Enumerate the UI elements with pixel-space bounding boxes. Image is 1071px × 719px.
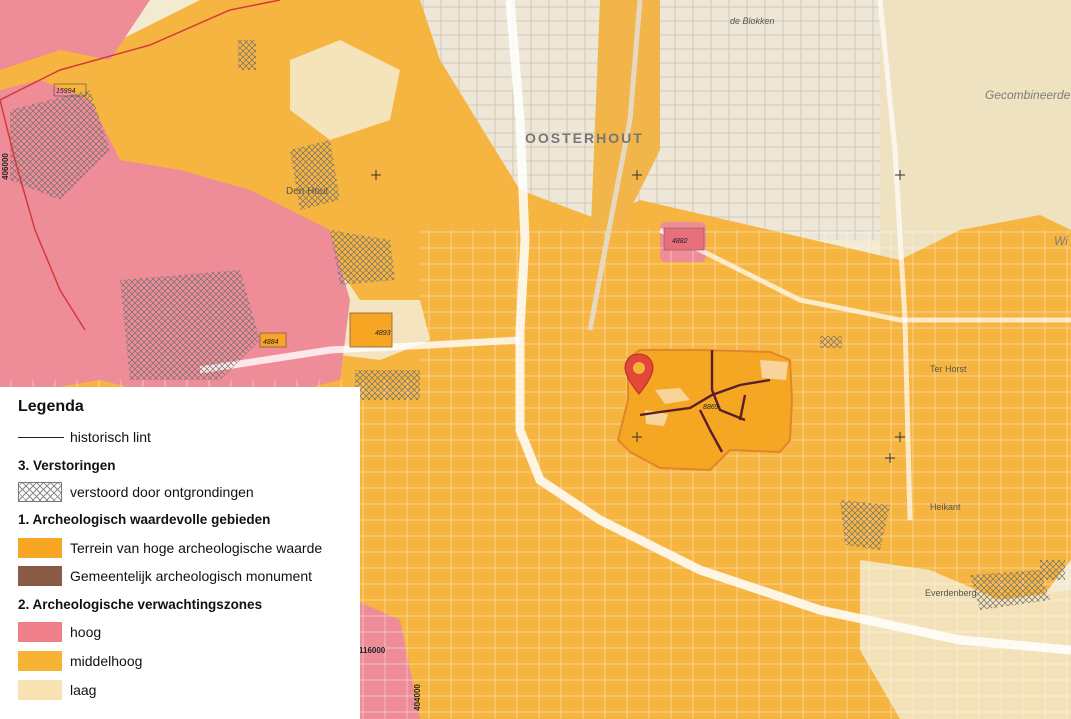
coord-label-116000: 116000	[359, 646, 386, 655]
legend-item-hoge-waarde: Terrein van hoge archeologische waarde	[18, 537, 322, 559]
coord-label-404000: 404000	[412, 684, 422, 711]
hoge-waarde-swatch	[18, 538, 62, 558]
hatch-area-5	[238, 40, 256, 70]
legend-item-middelhoog: middelhoog	[18, 650, 142, 672]
line-swatch	[18, 436, 64, 438]
legend-label: historisch lint	[70, 429, 151, 445]
place-label-ter-horst: Ter Horst	[930, 364, 967, 374]
middelhoog-swatch	[18, 651, 62, 671]
monument-number-8869: 8869	[703, 404, 719, 411]
place-label-wi: Wi	[1054, 234, 1068, 248]
laag-swatch	[18, 680, 62, 700]
legend-item-verstoord: verstoord door ontgrondingen	[18, 481, 254, 503]
monument-number-15994: 15994	[56, 88, 76, 95]
place-label-den-hout: Den Hout	[286, 186, 329, 197]
hatch-area-10	[1040, 560, 1065, 580]
legend-panel: Legenda historisch lint 3. Verstoringen …	[0, 387, 360, 719]
legend-label: verstoord door ontgrondingen	[70, 484, 254, 500]
monument-number-4884: 4884	[263, 339, 279, 346]
location-pin-icon[interactable]	[624, 353, 654, 395]
place-label-heikant: Heikant	[930, 502, 961, 512]
place-label-everdenberg: Everdenberg	[925, 588, 977, 598]
legend-label: middelhoog	[70, 653, 143, 669]
legend-item-monument: Gemeentelijk archeologisch monument	[18, 565, 312, 587]
hatch-swatch	[18, 482, 62, 502]
legend-item-laag: laag	[18, 679, 96, 701]
monument-number-4882: 4882	[672, 238, 688, 245]
legend-label: Gemeentelijk archeologisch monument	[70, 568, 313, 584]
legend-item-hoog: hoog	[18, 621, 101, 643]
place-label-de-blokken: de Blokken	[730, 16, 775, 26]
legend-title: Legenda	[18, 398, 84, 415]
light-patch	[760, 360, 788, 380]
legend-item-historisch-lint: historisch lint	[18, 426, 151, 448]
hatch-area-6	[355, 370, 420, 400]
hatch-area-9	[820, 336, 842, 348]
legend-section-verwachtingszones: 2. Archeologische verwachtingszones	[18, 597, 263, 612]
coord-label-406000: 406000	[0, 153, 10, 180]
legend-label: hoog	[70, 624, 102, 640]
legend-label: Terrein van hoge archeologische waarde	[70, 540, 323, 556]
town-label: OOSTERHOUT	[525, 130, 644, 146]
map-viewer[interactable]: 15994 4882 4893 4884 8869 OOSTERHOUT de …	[0, 0, 1071, 719]
monument-swatch	[18, 566, 62, 586]
place-label-gecombineerde: Gecombineerde	[985, 88, 1071, 102]
hoog-swatch	[18, 622, 62, 642]
monument-number-4893: 4893	[375, 330, 391, 337]
legend-section-verstoringen: 3. Verstoringen	[18, 458, 116, 473]
legend-label: laag	[70, 682, 97, 698]
legend-section-waardevolle-gebieden: 1. Archeologisch waardevolle gebieden	[18, 512, 271, 527]
